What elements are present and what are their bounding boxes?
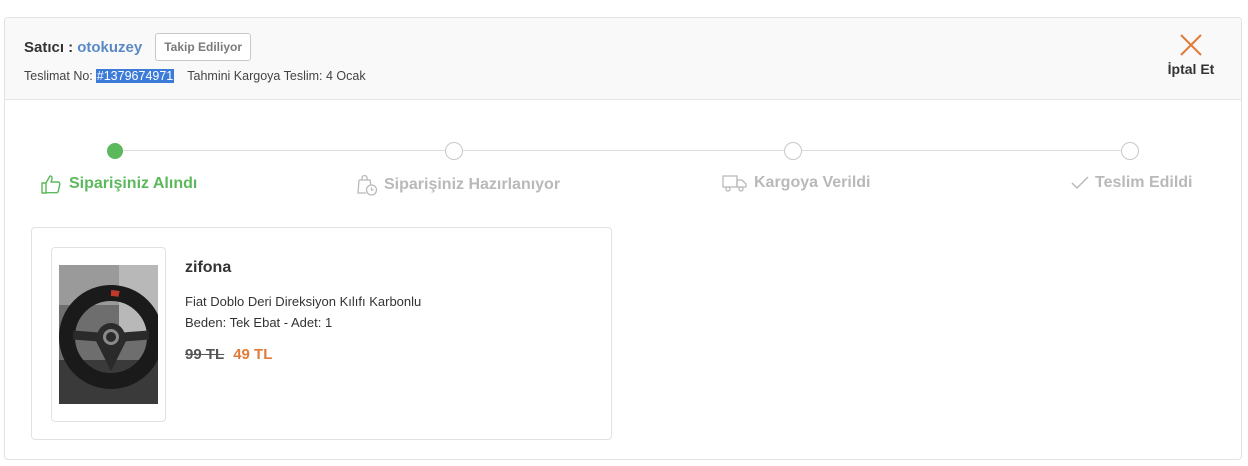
following-button[interactable]: Takip Ediliyor	[155, 33, 251, 61]
discounted-price: 49 TL	[233, 346, 273, 363]
progress-line	[802, 150, 1121, 151]
old-price: 99 TL	[185, 346, 225, 363]
steering-wheel-cover-image	[59, 265, 158, 404]
product-image[interactable]	[51, 247, 166, 422]
step-preparing: Siparişiniz Hazırlanıyor	[356, 174, 560, 196]
delivery-info: Teslimat No: #1379674971 Tahmini Kargoya…	[24, 69, 366, 83]
step-preparing-label: Siparişiniz Hazırlanıyor	[384, 176, 561, 193]
seller-label: Satıcı :	[24, 38, 74, 56]
product-brand: zifona	[185, 259, 232, 276]
order-header: Satıcı : otokuzey Takip Ediliyor Teslima…	[5, 18, 1241, 100]
step-dot-shipped	[784, 142, 802, 160]
product-card: zifona Fiat Doblo Deri Direksiyon Kılıfı…	[31, 227, 612, 440]
progress-line	[123, 150, 445, 151]
step-dot-delivered	[1121, 142, 1139, 160]
seller-name-link[interactable]: otokuzey	[77, 39, 142, 56]
delivery-number-label: Teslimat No:	[24, 69, 93, 83]
order-progress: Siparişiniz Alındı Siparişiniz Hazırlanı…	[5, 100, 1241, 220]
delivery-number: #1379674971	[95, 69, 175, 83]
close-icon	[1180, 34, 1202, 56]
product-variant: Beden: Tek Ebat - Adet: 1	[185, 315, 333, 330]
seller-row: Satıcı : otokuzey Takip Ediliyor	[24, 33, 251, 61]
thumbs-up-icon	[41, 175, 61, 194]
cancel-order-button[interactable]: İptal Et	[1166, 32, 1216, 84]
estimated-shipping: Tahmini Kargoya Teslim: 4 Ocak	[187, 69, 366, 83]
order-card: Satıcı : otokuzey Takip Ediliyor Teslima…	[4, 17, 1242, 460]
truck-icon	[722, 175, 747, 192]
step-shipped: Kargoya Verildi	[722, 174, 871, 192]
step-dot-preparing	[445, 142, 463, 160]
progress-line	[463, 150, 784, 151]
step-dot-received	[107, 143, 123, 159]
price-block: 99 TL 49 TL	[185, 346, 272, 363]
step-shipped-label: Kargoya Verildi	[754, 174, 871, 191]
product-name[interactable]: Fiat Doblo Deri Direksiyon Kılıfı Karbon…	[185, 294, 421, 309]
cancel-order-label: İptal Et	[1167, 61, 1215, 77]
bag-clock-icon	[357, 174, 378, 196]
check-icon	[1071, 176, 1089, 190]
step-received-label: Siparişiniz Alındı	[69, 175, 198, 192]
step-delivered-label: Teslim Edildi	[1095, 174, 1193, 191]
step-delivered: Teslim Edildi	[1071, 174, 1193, 192]
step-received: Siparişiniz Alındı	[41, 174, 197, 194]
